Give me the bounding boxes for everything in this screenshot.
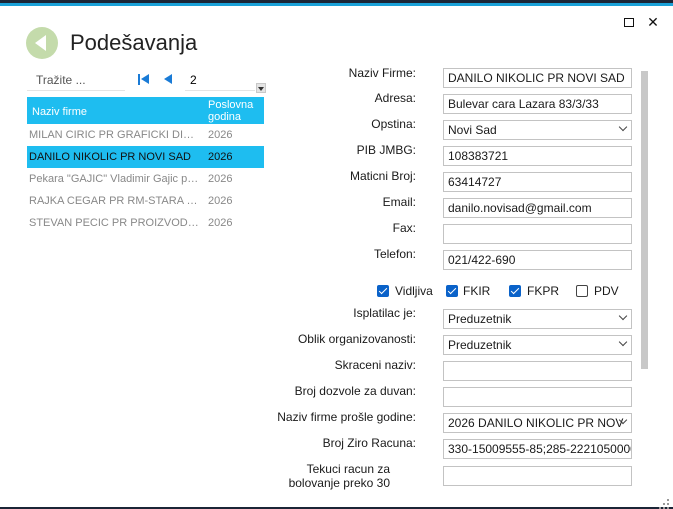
dozvola-field[interactable] — [443, 387, 632, 407]
opstina-value: Novi Sad — [448, 123, 497, 137]
fkpr-checkbox[interactable] — [509, 285, 521, 297]
pdv-label: PDV — [594, 284, 619, 298]
prosle-godine-select[interactable]: 2026 DANILO NIKOLIC PR NOVI SAD — [443, 413, 632, 433]
label-telefon: Telefon: — [373, 247, 416, 261]
chevron-down-icon — [618, 337, 628, 347]
back-button[interactable] — [26, 27, 58, 59]
fax-field[interactable] — [443, 224, 632, 244]
close-icon: ✕ — [647, 14, 659, 30]
close-button[interactable]: ✕ — [643, 13, 663, 31]
isplatilac-value: Preduzetnik — [448, 312, 512, 326]
fkir-checkbox[interactable] — [446, 285, 458, 297]
fkpr-label: FKPR — [527, 284, 560, 298]
skraceni-naziv-field[interactable] — [443, 361, 632, 381]
maximize-icon — [624, 17, 634, 27]
label-maticni: Maticni Broj: — [349, 169, 416, 183]
fkir-label: FKIR — [463, 284, 491, 298]
back-arrow-icon — [35, 35, 46, 51]
label-isplatilac: Isplatilac je: — [353, 306, 416, 320]
ziro-racun-field[interactable]: 330-15009555-85;285-2221050000272 — [443, 439, 632, 459]
pib-field[interactable]: 108383721 — [443, 146, 632, 166]
label-prosle: Naziv firme prošle godine: — [277, 410, 416, 424]
label-naziv-firme: Naziv Firme: — [348, 66, 416, 80]
vidljiva-label: Vidljiva — [395, 284, 433, 298]
label-adresa: Adresa: — [374, 91, 416, 105]
opstina-select[interactable]: Novi Sad — [443, 120, 632, 140]
label-tekuci-line2: bolovanje preko 30 — [288, 476, 390, 490]
page-title: Podešavanja — [70, 30, 198, 55]
maticni-broj-field[interactable]: 63414727 — [443, 172, 632, 192]
email-field[interactable]: danilo.novisad@gmail.com — [443, 198, 632, 218]
oblik-select[interactable]: Preduzetnik — [443, 335, 632, 355]
chevron-down-icon — [618, 311, 628, 321]
oblik-value: Preduzetnik — [448, 338, 512, 352]
label-pib: PIB JMBG: — [356, 143, 416, 157]
label-fax: Fax: — [392, 221, 416, 235]
label-ziro: Broj Ziro Racuna: — [322, 436, 416, 450]
settings-window: ✕ Podešavanja Naziv firme Poslovna godin… — [0, 3, 673, 509]
prosle-value: 2026 DANILO NIKOLIC PR NOVI SAD — [448, 416, 624, 430]
maximize-button[interactable] — [619, 13, 639, 31]
label-tekuci-line1: Tekuci racun za — [306, 462, 390, 476]
pdv-checkbox[interactable] — [576, 285, 588, 297]
telefon-field[interactable]: 021/422-690 — [443, 250, 632, 270]
label-skraceni: Skraceni naziv: — [334, 358, 416, 372]
naziv-firme-field[interactable]: DANILO NIKOLIC PR NOVI SAD — [443, 68, 632, 88]
tekuci-racun-field[interactable] — [443, 466, 632, 486]
label-email: Email: — [382, 195, 416, 209]
vertical-scrollbar[interactable] — [641, 71, 648, 369]
label-dozvola: Broj dozvole za duvan: — [294, 384, 416, 398]
label-opstina: Opstina: — [371, 117, 416, 131]
isplatilac-select[interactable]: Preduzetnik — [443, 309, 632, 329]
adresa-field[interactable]: Bulevar cara Lazara 83/3/33 — [443, 94, 632, 114]
resize-grip-icon[interactable] — [659, 499, 669, 509]
chevron-down-icon — [618, 122, 628, 132]
label-oblik: Oblik organizovanosti: — [297, 332, 416, 346]
vidljiva-checkbox[interactable] — [377, 285, 389, 297]
